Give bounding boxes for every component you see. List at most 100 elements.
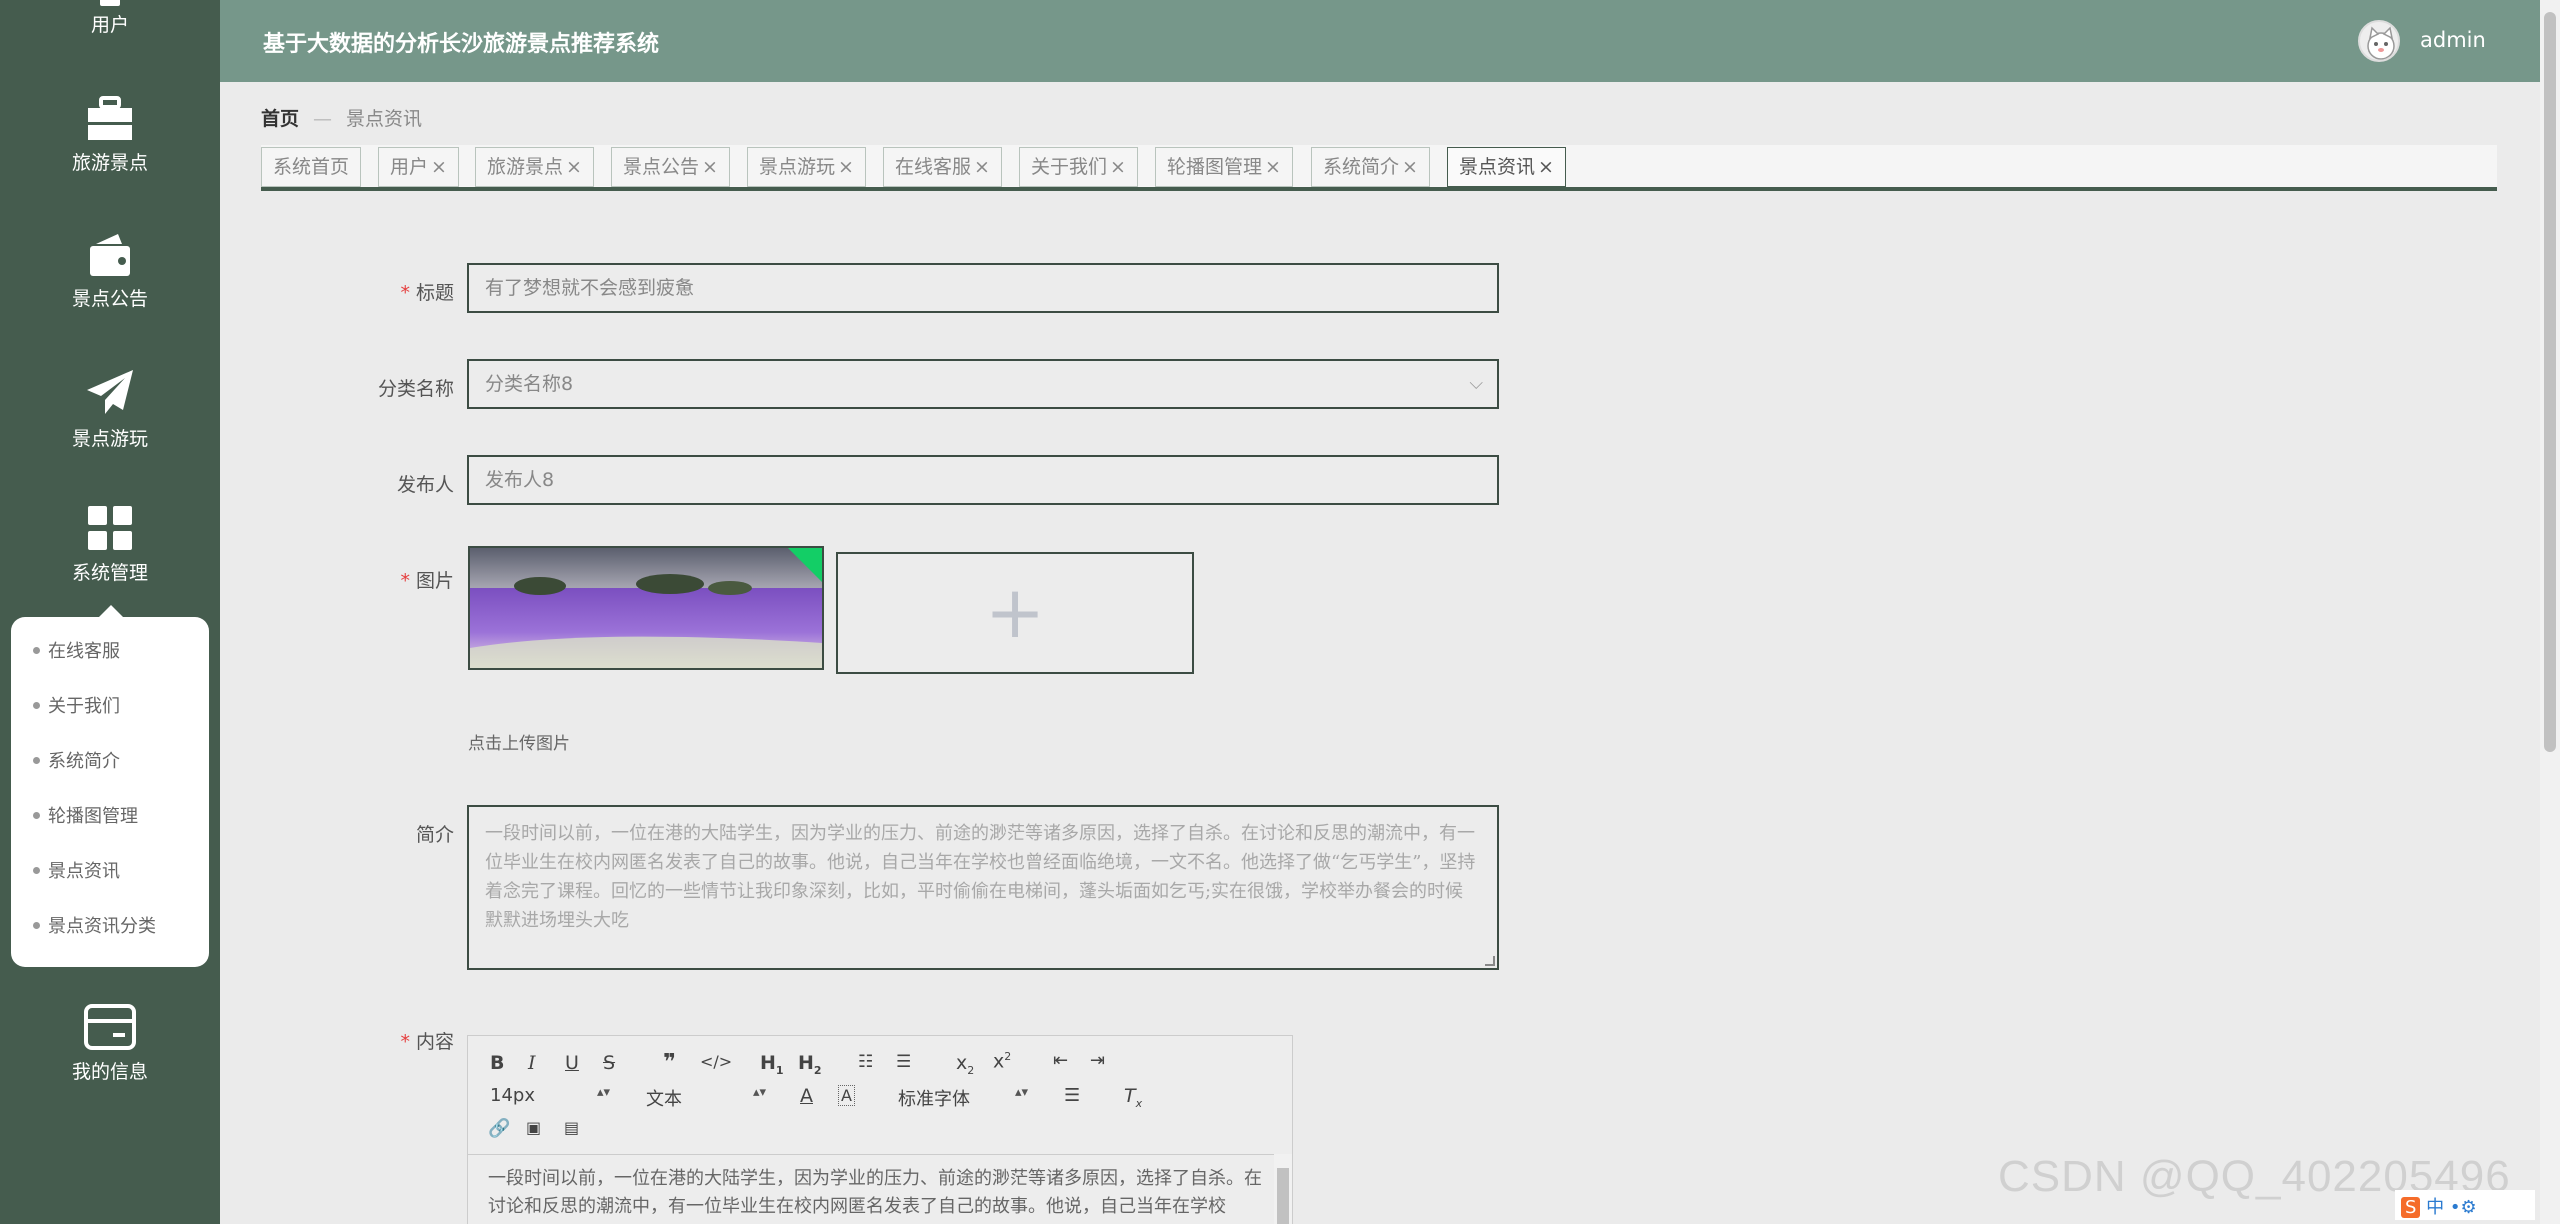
- background-color-icon[interactable]: A: [838, 1085, 855, 1106]
- tab-about-us[interactable]: 关于我们 ×: [1019, 147, 1138, 187]
- block-type-select[interactable]: 文本 ▴▾: [646, 1085, 766, 1111]
- close-icon[interactable]: ×: [431, 156, 447, 178]
- breadcrumb-current: 景点资讯: [346, 108, 423, 130]
- sidebar: 用户 旅游景点 景点公告 景点游玩 系统管理 在线客服 关于我们 系统简介 轮播…: [0, 0, 220, 1224]
- close-icon[interactable]: ×: [702, 156, 718, 178]
- tab-notices[interactable]: 景点公告 ×: [611, 147, 730, 187]
- summary-textarea[interactable]: 一段时间以前，一位在港的大陆学生，因为学业的压力、前途的渺茫等诸多原因，选择了自…: [467, 805, 1499, 970]
- sidebar-item-label: 景点游玩: [71, 428, 148, 450]
- subscript-icon[interactable]: x2: [956, 1052, 974, 1077]
- check-badge-icon: [786, 548, 822, 584]
- avatar[interactable]: [2358, 20, 2400, 62]
- upload-button[interactable]: +: [836, 552, 1194, 674]
- upload-hint: 点击上传图片: [468, 734, 570, 754]
- align-icon[interactable]: ☰: [1064, 1085, 1080, 1106]
- breadcrumb-home[interactable]: 首页: [261, 108, 299, 130]
- app-title: 基于大数据的分析长沙旅游景点推荐系统: [263, 32, 660, 57]
- bullet-icon: [33, 921, 40, 929]
- image-icon[interactable]: ▣: [526, 1118, 541, 1137]
- sidebar-item-attractions[interactable]: 旅游景点: [0, 96, 220, 175]
- sidebar-item-notices[interactable]: 景点公告: [0, 232, 220, 311]
- publisher-input[interactable]: 发布人8: [467, 455, 1499, 505]
- link-icon[interactable]: 🔗: [488, 1118, 510, 1139]
- tab-users[interactable]: 用户 ×: [378, 147, 459, 187]
- code-icon[interactable]: </>: [700, 1052, 732, 1071]
- sidebar-item-system[interactable]: 系统管理: [0, 504, 220, 585]
- font-color-icon[interactable]: A: [800, 1085, 813, 1107]
- breadcrumb: 首页 — 景点资讯: [261, 104, 422, 131]
- username[interactable]: admin: [2420, 28, 2486, 52]
- bold-icon[interactable]: B: [490, 1052, 504, 1074]
- tab-tours[interactable]: 景点游玩 ×: [747, 147, 866, 187]
- close-icon[interactable]: ×: [1538, 156, 1554, 178]
- sidebar-item-label: 系统管理: [71, 562, 148, 584]
- uploaded-image[interactable]: [468, 546, 824, 670]
- font-family-select[interactable]: 标准字体 ▴▾: [898, 1085, 1028, 1111]
- ime-toolbar[interactable]: S 中 •⚙: [2395, 1190, 2535, 1220]
- bullet-icon: [33, 756, 40, 764]
- italic-icon[interactable]: I: [528, 1052, 536, 1074]
- close-icon[interactable]: ×: [974, 156, 990, 178]
- sidebar-item-tours[interactable]: 景点游玩: [0, 368, 220, 451]
- rich-text-editor: B I U S ❞ </> H1 H2 ☷ ☰ x2 x2 ⇤ ⇥ 14px ▴▾…: [467, 1035, 1293, 1224]
- indent-icon[interactable]: ⇥: [1090, 1050, 1105, 1071]
- briefcase-icon: [88, 96, 132, 140]
- close-icon[interactable]: ×: [1402, 156, 1418, 178]
- submenu-item-service[interactable]: 在线客服: [33, 637, 120, 663]
- sidebar-item-users[interactable]: 用户: [0, 0, 220, 37]
- editor-scrollbar[interactable]: [1274, 1154, 1292, 1224]
- user-icon: [100, 0, 120, 6]
- breadcrumb-separator: —: [313, 108, 333, 130]
- summary-label: 简介: [415, 824, 454, 846]
- ime-logo-icon: S: [2401, 1197, 2421, 1218]
- scroll-thumb[interactable]: [2544, 12, 2556, 752]
- submenu-item-news-category[interactable]: 景点资讯分类: [33, 912, 156, 938]
- blockquote-icon[interactable]: ❞: [663, 1050, 676, 1075]
- heading2-icon[interactable]: H2: [798, 1052, 822, 1077]
- updown-icon: ▴▾: [596, 1085, 610, 1100]
- close-icon[interactable]: ×: [838, 156, 854, 178]
- tab-online-service[interactable]: 在线客服 ×: [883, 147, 1002, 187]
- bullet-icon: [33, 811, 40, 819]
- submenu-item-carousel[interactable]: 轮播图管理: [33, 802, 138, 828]
- tab-news[interactable]: 景点资讯 ×: [1447, 147, 1566, 187]
- tab-bar: 系统首页 用户 × 旅游景点 × 景点公告 × 景点游玩 × 在线客服 × 关于我们 × 轮…: [261, 145, 2497, 191]
- tab-attractions[interactable]: 旅游景点 ×: [475, 147, 594, 187]
- bullet-icon: [33, 646, 40, 654]
- close-icon[interactable]: ×: [1110, 156, 1126, 178]
- category-select[interactable]: 分类名称8 ⌵: [467, 359, 1499, 409]
- chevron-down-icon: ⌵: [1469, 373, 1483, 394]
- tab-system-intro[interactable]: 系统简介 ×: [1311, 147, 1430, 187]
- updown-icon: ▴▾: [752, 1085, 766, 1100]
- close-icon[interactable]: ×: [1265, 156, 1281, 178]
- close-icon[interactable]: ×: [566, 156, 582, 178]
- bullet-list-icon[interactable]: ☰: [896, 1052, 911, 1072]
- sidebar-item-profile[interactable]: 我的信息: [0, 1003, 220, 1084]
- page-scrollbar[interactable]: [2540, 0, 2560, 1224]
- tab-system-home[interactable]: 系统首页: [261, 147, 362, 187]
- editor-content[interactable]: 一段时间以前，一位在港的大陆学生，因为学业的压力、前途的渺茫等诸多原因，选择了自…: [468, 1154, 1292, 1224]
- grid-icon: [88, 506, 132, 550]
- tab-carousel[interactable]: 轮播图管理 ×: [1155, 147, 1293, 187]
- outdent-icon[interactable]: ⇤: [1053, 1050, 1068, 1071]
- sidebar-item-label: 用户: [90, 14, 129, 36]
- updown-icon: ▴▾: [1014, 1085, 1028, 1100]
- image-label: * 图片: [400, 570, 454, 592]
- clear-format-icon[interactable]: Tx: [1124, 1085, 1142, 1110]
- video-icon[interactable]: ▤: [564, 1118, 579, 1137]
- ordered-list-icon[interactable]: ☷: [858, 1052, 873, 1072]
- submenu-item-news[interactable]: 景点资讯: [33, 857, 120, 883]
- lavender-field-image: [470, 548, 822, 668]
- underline-icon[interactable]: U: [565, 1052, 579, 1074]
- submenu-item-about[interactable]: 关于我们: [33, 692, 120, 718]
- submenu-item-intro[interactable]: 系统简介: [33, 747, 120, 773]
- plus-icon: +: [984, 570, 1046, 654]
- resize-handle-icon[interactable]: [1485, 956, 1495, 966]
- heading1-icon[interactable]: H1: [760, 1052, 784, 1077]
- bullet-icon: [33, 701, 40, 709]
- title-input[interactable]: 有了梦想就不会感到疲惫: [467, 263, 1499, 313]
- strikethrough-icon[interactable]: S: [603, 1052, 615, 1074]
- font-size-select[interactable]: 14px ▴▾: [490, 1085, 610, 1106]
- superscript-icon[interactable]: x2: [993, 1050, 1011, 1072]
- cat-avatar-icon: [2367, 26, 2395, 60]
